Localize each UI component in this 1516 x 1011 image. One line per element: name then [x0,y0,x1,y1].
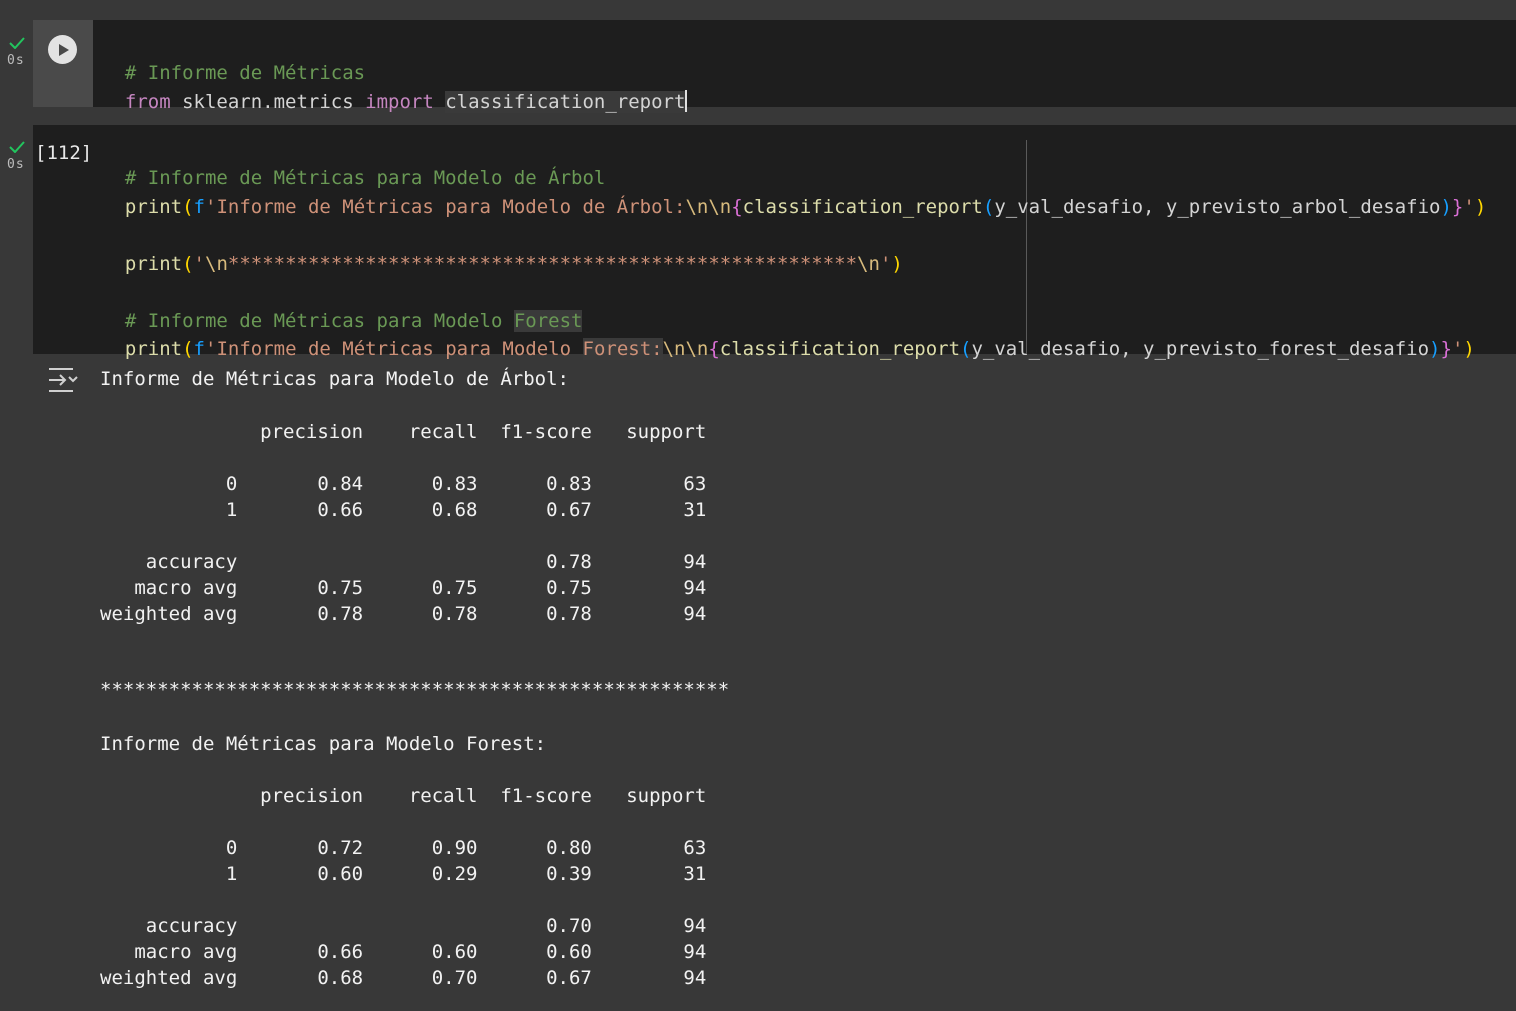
output-actions-icon[interactable] [47,367,81,393]
paren: ( [982,196,995,218]
code-line-4: print(f'Informe de Métricas para Modelo … [102,171,1486,218]
string-literal: ' [1463,196,1475,218]
output-line: macro avg 0.66 0.60 0.60 94 [100,941,707,963]
output-line: macro avg 0.75 0.75 0.75 94 [100,577,707,599]
code-line-7: print(f'Informe de Métricas para Modelo … [102,313,1475,360]
paren: ) [891,253,903,275]
output-line: Informe de Métricas para Modelo de Árbol… [100,368,569,390]
execution-count: [112] [35,142,93,164]
output-line: precision recall f1-score support [100,785,707,807]
function-print: print [124,196,183,218]
play-icon [58,43,69,56]
keyword-import: import [365,91,434,113]
paren: ) [1440,196,1452,218]
output-line: 0 0.84 0.83 0.83 63 [100,473,707,495]
arguments: y_val_desafio, y_previsto_forest_desafio [971,338,1430,360]
paren: ) [1429,338,1441,360]
paren: ) [1474,196,1487,218]
code-line-5: print('\n*******************************… [102,228,903,275]
output-line: ****************************************… [100,679,730,701]
output-line: precision recall f1-score support [100,421,707,443]
output-line: Informe de Métricas para Modelo Forest: [100,733,547,755]
paren: ( [182,196,194,218]
arguments: y_val_desafio, y_previsto_arbol_desafio [994,196,1441,218]
cell-gutter: 0s [0,20,33,107]
paren: ( [960,338,972,360]
execution-time: 0s [7,157,25,172]
code-line-2: from sklearn.metrics import classificati… [102,66,688,113]
function-call: classification_report [719,338,961,360]
brace: { [708,338,720,360]
module-name: sklearn.metrics [170,91,366,113]
brace: } [1440,338,1452,360]
function-call: classification_report [742,196,983,218]
string-literal-highlight: Forest: [582,338,663,360]
paren: ( [182,253,194,275]
code-line-6: # Informe de Métricas para Modelo Forest [102,285,583,332]
code-line-3: # Informe de Métricas para Modelo de Árb… [102,142,605,189]
string-literal: ' [879,253,892,275]
escape-sequence: \n\n [685,196,732,218]
imported-name: classification_report [445,91,686,113]
output-line: 1 0.60 0.29 0.39 31 [100,863,707,885]
success-check-icon [9,141,25,153]
output-line: 0 0.72 0.90 0.80 63 [100,837,707,859]
brace: { [731,196,743,218]
string-literal: 'Informe de Métricas para Modelo de Árbo… [205,196,686,218]
string-literal: ' [193,253,205,275]
output-line: weighted avg 0.68 0.70 0.67 94 [100,967,707,989]
execution-time: 0s [7,53,25,68]
cell-gutter: 0s [0,125,33,354]
function-print: print [124,253,183,275]
string-literal: ****************************************… [227,253,858,275]
output-line: accuracy 0.70 94 [100,915,707,937]
brace: } [1451,196,1464,218]
output-line: 1 0.66 0.68 0.67 31 [100,499,707,521]
notebook-top-bar [0,0,1516,20]
output-line: weighted avg 0.78 0.78 0.78 94 [100,603,707,625]
string-literal: 'Informe de Métricas para Modelo [205,338,583,360]
output-line: accuracy 0.78 94 [100,551,707,573]
paren: ( [182,338,194,360]
escape-sequence: \n [205,253,228,275]
escape-sequence: \n\n [662,338,709,360]
paren: ) [1463,338,1475,360]
function-print: print [124,338,183,360]
string-literal: ' [1451,338,1464,360]
escape-sequence: \n [857,253,880,275]
code-line-1: # Informe de Métricas [102,37,365,84]
keyword-from: from [124,91,171,113]
success-check-icon [9,37,25,49]
fstring-prefix: f [193,196,205,218]
run-cell-button[interactable] [48,35,77,64]
fstring-prefix: f [193,338,205,360]
text-caret [685,90,688,112]
